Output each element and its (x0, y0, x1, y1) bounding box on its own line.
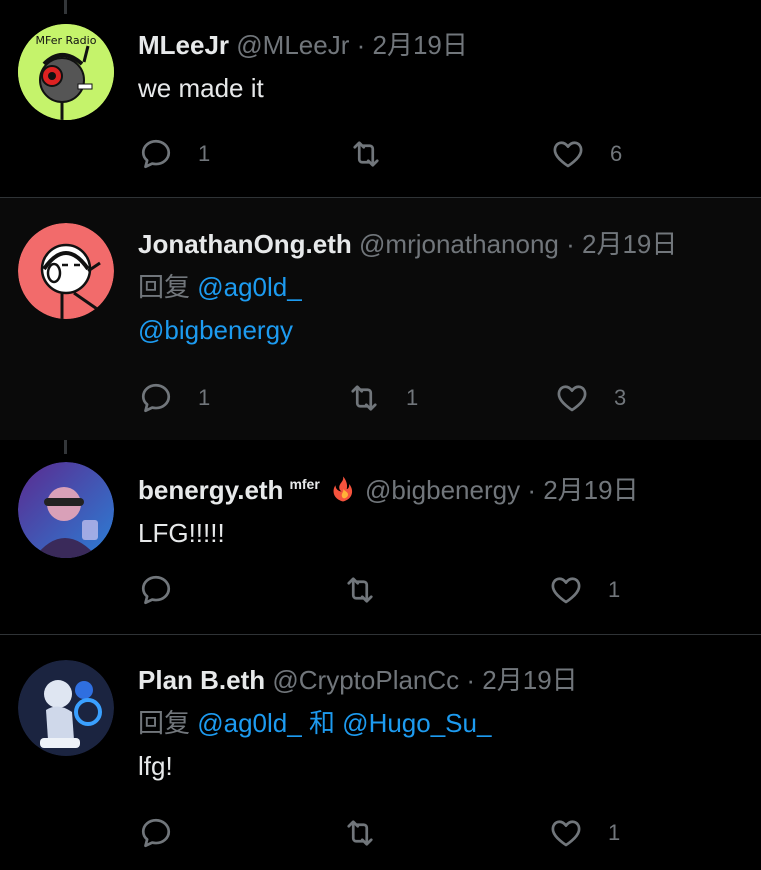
avatar[interactable]: MFer Radio (18, 24, 114, 120)
reply-icon (141, 139, 171, 169)
like-count: 3 (614, 385, 627, 410)
author-handle[interactable]: @CryptoPlanCc (272, 665, 459, 695)
reply-button[interactable]: 1 (138, 378, 210, 418)
reply-button[interactable] (138, 813, 198, 853)
reply-conjunction: 和 (301, 708, 343, 738)
retweet-button[interactable] (348, 134, 408, 174)
reply-button[interactable]: 1 (138, 134, 210, 174)
like-count: 6 (610, 141, 623, 166)
like-count: 1 (608, 820, 621, 845)
like-icon (557, 385, 587, 412)
retweet-icon (347, 820, 373, 846)
author-name[interactable]: MLeeJr (138, 30, 229, 60)
photo-avatar-icon (18, 462, 114, 558)
like-icon (553, 141, 583, 168)
fire-icon (328, 474, 358, 504)
author-name[interactable]: JonathanOng.eth (138, 229, 352, 259)
avatar[interactable] (18, 462, 114, 558)
like-icon (551, 820, 581, 847)
reply-prefix: 回复 (138, 272, 198, 302)
reply-mention[interactable]: @ag0ld_ (197, 272, 301, 302)
reply-count: 1 (198, 385, 211, 410)
reply-mention[interactable]: @ag0ld_ (197, 708, 301, 738)
nft-avatar-icon (18, 660, 114, 756)
tweet-text: we made it (138, 73, 264, 103)
timestamp[interactable]: 2月19日 (372, 30, 467, 60)
like-count: 1 (608, 577, 621, 602)
separator: · (520, 475, 544, 505)
tweet-cryptoplancc[interactable]: Plan B.eth @CryptoPlanCc · 2月19日 回复 @ag0… (0, 635, 761, 870)
retweet-icon (347, 577, 373, 603)
reply-icon (141, 575, 171, 605)
like-button[interactable]: 6 (550, 134, 622, 174)
like-button[interactable]: 3 (554, 378, 626, 418)
tweet-text: lfg! (138, 751, 173, 781)
reply-prefix: 回复 (138, 708, 198, 738)
timestamp[interactable]: 2月19日 (543, 475, 638, 505)
reply-mention-2[interactable]: @Hugo_Su_ (342, 708, 491, 738)
retweet-icon (351, 385, 377, 411)
author-handle[interactable]: @bigbenergy (365, 475, 520, 505)
separator: · (459, 665, 483, 695)
like-button[interactable]: 1 (548, 813, 620, 853)
mention-link[interactable]: @bigbenergy (138, 315, 293, 345)
separator: · (349, 30, 373, 60)
tweet-text: LFG!!!!! (138, 518, 225, 548)
like-icon (551, 577, 581, 604)
timestamp[interactable]: 2月19日 (582, 229, 677, 259)
author-name[interactable]: Plan B.eth (138, 665, 265, 695)
reply-count: 1 (198, 141, 211, 166)
reply-button[interactable] (138, 570, 198, 610)
author-badge: mfer (289, 476, 320, 492)
avatar[interactable] (18, 223, 114, 319)
retweet-button[interactable] (342, 570, 402, 610)
separator: · (558, 229, 582, 259)
retweet-button[interactable] (342, 813, 402, 853)
headset-avatar-icon (18, 223, 114, 319)
retweet-icon (353, 141, 379, 167)
author-name[interactable]: benergy.eth (138, 475, 283, 505)
mfer-radio-avatar-icon: MFer Radio (18, 24, 114, 120)
like-button[interactable]: 1 (548, 570, 620, 610)
reply-icon (141, 818, 171, 848)
tweet-jonathanong[interactable]: JonathanOng.eth @mrjonathanong · 2月19日 回… (0, 198, 761, 440)
timestamp[interactable]: 2月19日 (482, 665, 577, 695)
author-handle[interactable]: @MLeeJr (236, 30, 349, 60)
avatar[interactable] (18, 660, 114, 756)
retweet-count: 1 (406, 385, 419, 410)
svg-text:MFer Radio: MFer Radio (36, 34, 97, 47)
retweet-button[interactable]: 1 (346, 378, 418, 418)
tweet-benergy[interactable]: benergy.eth mfer @bigbenergy · 2月19日 LFG!… (0, 440, 761, 634)
author-handle[interactable]: @mrjonathanong (359, 229, 559, 259)
reply-icon (141, 383, 171, 413)
tweet-mleejr[interactable]: MFer Radio MLeeJr @MLeeJr · 2月19日 we mad… (0, 0, 761, 197)
